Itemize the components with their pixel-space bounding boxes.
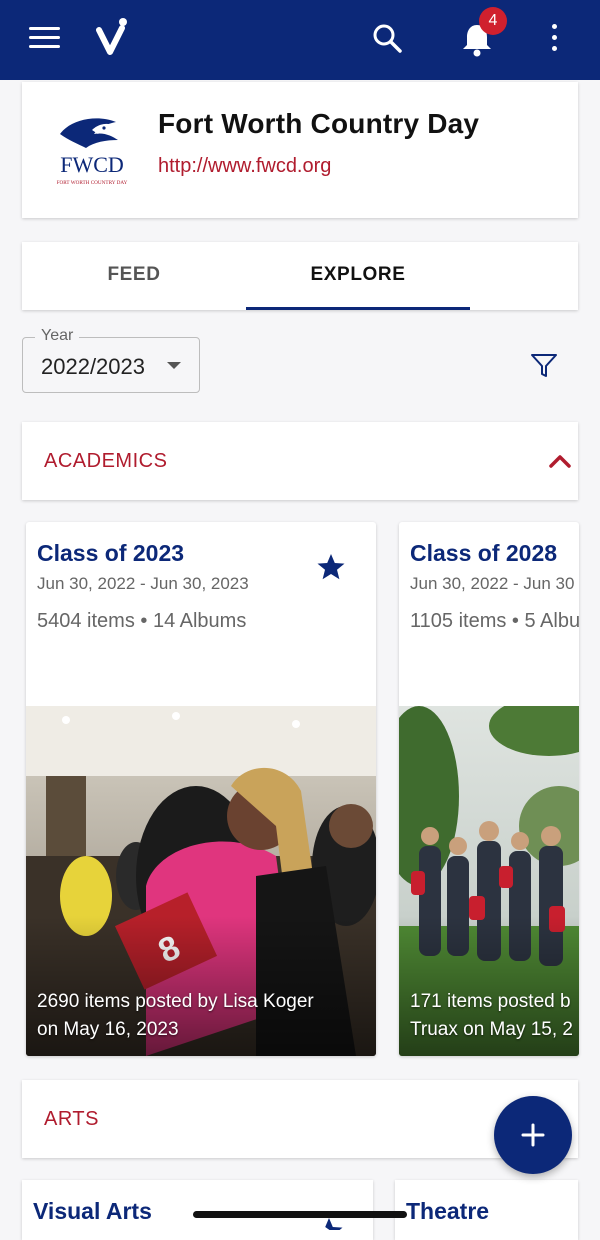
album-dates: Jun 30, 2022 - Jun 30 (410, 574, 575, 593)
album-caption-line: Truax on May 15, 2 (410, 1019, 573, 1040)
tab-bar: FEED EXPLORE (22, 242, 578, 310)
section-header-arts[interactable]: ARTS (22, 1080, 578, 1158)
album-caption-line: 171 items posted b (410, 991, 571, 1012)
notification-count-badge: 4 (479, 7, 507, 35)
chevron-up-icon[interactable] (548, 452, 572, 470)
plus-icon (521, 1123, 545, 1147)
album-caption-line: 2690 items posted by Lisa Koger (37, 991, 314, 1012)
tab-feed[interactable]: FEED (22, 242, 246, 310)
dropdown-arrow-icon (167, 362, 181, 369)
svg-text:FWCD: FWCD (60, 152, 124, 177)
album-title: Class of 2028 (410, 540, 558, 566)
album-card[interactable]: Class of 2023 Jun 30, 2022 - Jun 30, 202… (26, 522, 376, 1056)
year-select-label: Year (35, 327, 80, 345)
app-logo-icon[interactable] (96, 18, 128, 58)
album-card[interactable]: Visual Arts (22, 1180, 373, 1240)
album-counts: 5404 items • 14 Albums (37, 610, 247, 632)
album-card[interactable]: Theatre (395, 1180, 578, 1240)
filter-icon[interactable] (530, 353, 558, 379)
search-icon[interactable] (372, 23, 402, 53)
album-cover-photo[interactable]: 171 items posted b Truax on May 15, 2 (399, 706, 579, 1056)
school-name: Fort Worth Country Day (158, 108, 480, 139)
album-card[interactable]: Class of 2028 Jun 30, 2022 - Jun 30 1105… (399, 522, 579, 1056)
album-caption-line: on May 16, 2023 (37, 1019, 179, 1040)
album-cover-photo[interactable]: 8 2690 items posted by Lisa Koger on May… (26, 706, 376, 1056)
section-title: ACADEMICS (44, 450, 168, 472)
tab-explore[interactable]: EXPLORE (246, 242, 470, 310)
svg-text:FORT WORTH COUNTRY DAY: FORT WORTH COUNTRY DAY (57, 180, 128, 186)
album-title: Theatre (406, 1198, 490, 1224)
more-options-icon[interactable] (550, 24, 558, 54)
home-indicator[interactable] (193, 1211, 407, 1218)
school-card: FWCD FORT WORTH COUNTRY DAY Fort Worth C… (22, 82, 578, 218)
app-bar: 4 (0, 0, 600, 80)
album-dates: Jun 30, 2022 - Jun 30, 2023 (37, 574, 249, 593)
album-caption: 171 items posted b Truax on May 15, 2 (410, 988, 573, 1044)
album-title: Visual Arts (33, 1198, 152, 1224)
album-caption: 2690 items posted by Lisa Koger on May 1… (37, 988, 314, 1044)
school-website-link[interactable]: http://www.fwcd.org (158, 155, 331, 178)
school-logo: FWCD FORT WORTH COUNTRY DAY (57, 118, 128, 186)
year-select[interactable]: Year 2022/2023 (22, 327, 200, 393)
section-title: ARTS (44, 1108, 99, 1130)
star-icon[interactable] (316, 552, 346, 582)
add-button[interactable] (494, 1096, 572, 1174)
album-title: Class of 2023 (37, 540, 185, 566)
year-select-value: 2022/2023 (41, 354, 145, 379)
album-counts: 1105 items • 5 Albu (410, 610, 579, 632)
section-header-academics[interactable]: ACADEMICS (22, 422, 578, 500)
star-icon[interactable] (314, 1216, 344, 1230)
menu-icon[interactable] (29, 27, 60, 49)
